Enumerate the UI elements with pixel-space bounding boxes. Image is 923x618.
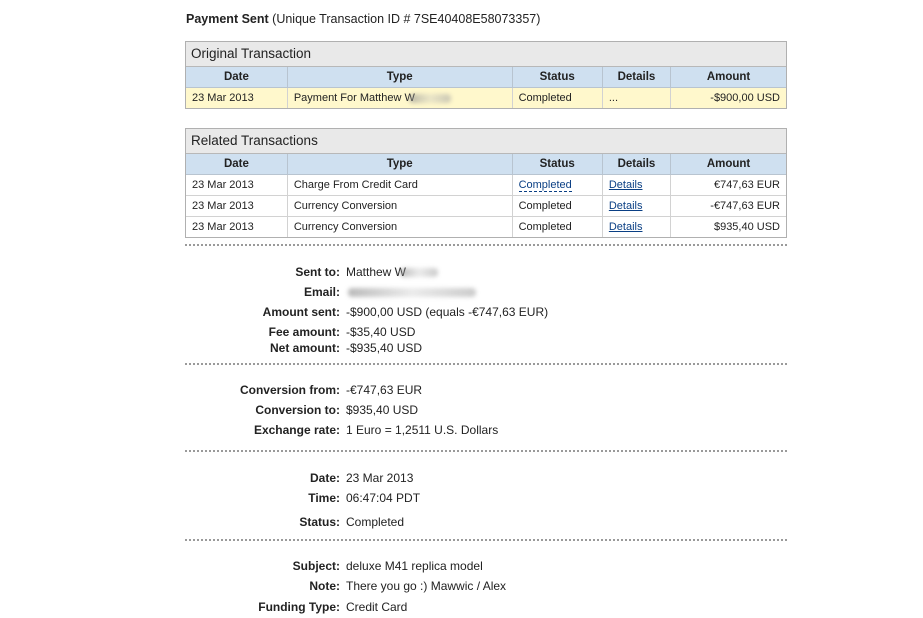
status-label: Status: <box>299 515 340 529</box>
column-header-amount: Amount <box>670 154 786 175</box>
exchange-rate-value: 1 Euro = 1,2511 U.S. Dollars <box>346 423 499 437</box>
net-value: -$935,40 USD <box>346 341 423 355</box>
conversion-from-value: -€747,63 EUR <box>346 383 423 397</box>
cell-date: 23 Mar 2013 <box>186 195 288 217</box>
transaction-id: (Unique Transaction ID # 7SE40408E580733… <box>272 12 541 26</box>
section-divider <box>185 244 787 246</box>
conversion-to-value: $935,40 USD <box>346 403 419 417</box>
email-value <box>346 285 476 299</box>
column-header-type: Type <box>287 154 513 175</box>
cell-details: Details <box>602 174 672 196</box>
email-label: Email: <box>303 285 340 299</box>
details-link[interactable]: Details <box>609 221 643 233</box>
section-divider <box>185 450 787 452</box>
table-row: 23 Mar 2013 Payment For Matthew W Comple… <box>186 87 786 108</box>
exchange-rate-label: Exchange rate: <box>253 423 340 437</box>
time-value: 06:47:04 PDT <box>346 491 421 505</box>
sent-to-text: Matthew W <box>346 265 407 279</box>
column-header-status: Status <box>512 154 603 175</box>
cell-type: Currency Conversion <box>287 216 513 237</box>
original-transaction-panel: Original Transaction Date Type Status De… <box>185 41 787 109</box>
details-link[interactable]: Details <box>609 179 643 191</box>
status-value: Completed <box>346 515 405 529</box>
details-link[interactable]: Details <box>609 200 643 212</box>
cell-status: Completed <box>512 216 603 237</box>
page-title: Payment Sent <box>186 12 269 26</box>
column-header-type: Type <box>287 67 513 88</box>
column-header-date: Date <box>186 154 288 175</box>
subject-value: deluxe M41 replica model <box>346 559 483 573</box>
funding-type-value: Credit Card <box>346 600 408 614</box>
cell-details: Details <box>602 216 672 237</box>
funding-type-label: Funding Type: <box>258 600 340 614</box>
original-transaction-title: Original Transaction <box>186 42 786 67</box>
amount-sent-value: -$900,00 USD (equals -€747,63 EUR) <box>346 305 549 319</box>
sent-to-value: Matthew W <box>346 265 439 279</box>
cell-status: Completed <box>512 195 603 217</box>
net-label: Net amount: <box>270 341 340 355</box>
cell-date: 23 Mar 2013 <box>186 174 288 196</box>
related-transactions-table: Date Type Status Details Amount 23 Mar 2… <box>186 154 786 237</box>
fee-value: -$35,40 USD <box>346 325 416 339</box>
cell-date: 23 Mar 2013 <box>186 87 288 108</box>
column-header-details: Details <box>602 67 672 88</box>
redacted-email <box>348 288 476 298</box>
note-label: Note: <box>309 579 340 593</box>
cell-amount: €747,63 EUR <box>670 174 786 196</box>
original-transaction-table: Date Type Status Details Amount 23 Mar 2… <box>186 67 786 108</box>
column-header-date: Date <box>186 67 288 88</box>
column-header-amount: Amount <box>670 67 786 88</box>
cell-type: Currency Conversion <box>287 195 513 217</box>
conversion-to-label: Conversion to: <box>255 403 340 417</box>
column-header-details: Details <box>602 154 672 175</box>
cell-status: Completed <box>512 174 603 196</box>
cell-type: Payment For Matthew W <box>287 87 513 108</box>
column-header-status: Status <box>512 67 603 88</box>
cell-type-text: Payment For Matthew W <box>293 92 415 104</box>
table-row: 23 Mar 2013 Currency Conversion Complete… <box>186 216 786 237</box>
cell-date: 23 Mar 2013 <box>186 216 288 237</box>
date-label: Date: <box>309 471 340 485</box>
fee-label: Fee amount: <box>268 325 340 339</box>
related-transactions-title: Related Transactions <box>186 129 786 154</box>
time-label: Time: <box>308 491 340 505</box>
table-header-row: Date Type Status Details Amount <box>186 67 786 88</box>
page-header: Payment Sent (Unique Transaction ID # 7S… <box>186 12 540 26</box>
table-header-row: Date Type Status Details Amount <box>186 154 786 175</box>
cell-details: Details <box>602 195 672 217</box>
cell-amount: -€747,63 EUR <box>670 195 786 217</box>
amount-sent-label: Amount sent: <box>262 305 340 319</box>
sent-to-label: Sent to: <box>295 265 340 279</box>
redacted-name <box>408 93 451 103</box>
related-transactions-panel: Related Transactions Date Type Status De… <box>185 128 787 238</box>
redacted-name <box>400 268 439 278</box>
section-divider <box>185 363 787 365</box>
conversion-from-label: Conversion from: <box>239 383 340 397</box>
subject-label: Subject: <box>292 559 340 573</box>
cell-amount: -$900,00 USD <box>670 87 786 108</box>
note-value: There you go :) Mawwic / Alex <box>346 579 507 593</box>
cell-details: ... <box>602 87 672 108</box>
table-row: 23 Mar 2013 Currency Conversion Complete… <box>186 195 786 217</box>
section-divider <box>185 539 787 541</box>
status-link[interactable]: Completed <box>518 179 572 192</box>
table-row: 23 Mar 2013 Charge From Credit Card Comp… <box>186 174 786 196</box>
date-value: 23 Mar 2013 <box>346 471 414 485</box>
cell-status: Completed <box>512 87 603 108</box>
cell-amount: $935,40 USD <box>670 216 786 237</box>
cell-type: Charge From Credit Card <box>287 174 513 196</box>
